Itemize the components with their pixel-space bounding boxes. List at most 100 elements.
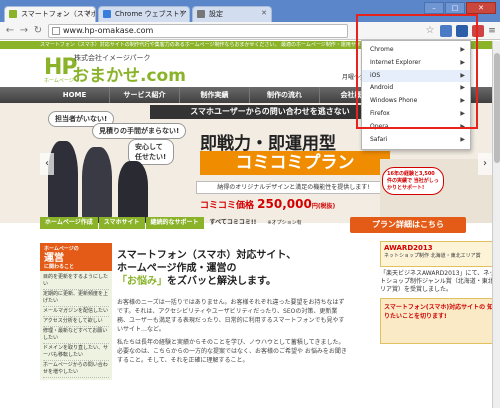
award-card[interactable]: AWARD2013 ネットショップ制作 北海道・東北エリア賞 (380, 241, 500, 267)
submenu-arrow-icon: ▶ (460, 135, 465, 143)
main-paragraph-1: お客様のニーズは一括りではありません。お客様それぞれ違った要望をお持ちなはずです… (117, 299, 345, 333)
ua-item-label: Android (370, 84, 394, 92)
settings-favicon-icon (197, 10, 205, 18)
menu-icon[interactable]: ≡ (486, 25, 498, 37)
ua-item-label: Chrome (370, 46, 394, 53)
ua-item-label: Safari (370, 135, 388, 143)
main-content: スマートフォン（スマホ）対応サイト、 ホームページ作成・運営の 「お悩み」をズバ… (117, 249, 347, 365)
extension-red-icon[interactable] (472, 25, 484, 37)
person-image (82, 147, 112, 223)
ua-item-internet-explorer[interactable]: Internet Explorer ▶ (362, 57, 470, 70)
close-tab-icon[interactable]: ✕ (85, 9, 91, 17)
minimize-button[interactable]: – (424, 2, 444, 14)
price-value: 250,000 (257, 197, 312, 211)
ua-item-windows-phone[interactable]: Windows Phone ▶ (362, 95, 470, 108)
tab-settings[interactable]: 設定 ✕ (192, 6, 272, 22)
ua-item-safari[interactable]: Safari ▶ (362, 134, 470, 147)
tab-label: Chrome ウェブストア (115, 10, 187, 18)
feature-homepage: ホームページ作成 (40, 217, 98, 229)
price-label: コミコミ価格 (200, 201, 255, 211)
bookmark-star-icon[interactable]: ☆ (424, 25, 436, 37)
price-unit: 円(税抜) (311, 203, 336, 210)
list-item[interactable]: 目的を更新をするようにしたい (43, 273, 109, 290)
ua-item-label: Opera (370, 122, 389, 130)
heading-line-2: ホームページ作成・運営の (117, 263, 237, 274)
submenu-arrow-icon: ▶ (460, 46, 465, 53)
ua-item-chrome[interactable]: Chrome ▶ (362, 44, 470, 57)
plan-detail-button[interactable]: プラン詳細はこちら (350, 217, 466, 233)
sidebar-heading-big: 運営 (44, 253, 64, 264)
ua-item-label: Windows Phone (370, 97, 418, 105)
nav-works[interactable]: 制作実績 (180, 87, 250, 103)
submenu-arrow-icon: ▶ (460, 58, 465, 66)
ua-item-label: iOS (370, 71, 381, 79)
award-text: 「楽天ビジネスAWARD2013」にて、ネットショップ制作ジャンル賞（北海道・東… (380, 270, 500, 293)
list-item[interactable]: 定期的に更新、更新頻度を上げたい (43, 290, 109, 307)
page-icon (52, 27, 60, 35)
close-window-button[interactable]: ✕ (466, 2, 496, 14)
address-bar[interactable]: www.hp-omakase.com (48, 24, 348, 38)
smartphone-info-card[interactable]: スマートフォン(スマホ)対応サイトの 知りたいことを切ります! (380, 298, 500, 344)
submenu-arrow-icon: ▶ (460, 97, 465, 105)
maximize-button[interactable]: □ (445, 2, 465, 14)
ua-item-opera[interactable]: Opera ▶ (362, 121, 470, 134)
experience-bubble: 16年の経験と3,500件の実績で 当社がしっかりとサポート! (382, 167, 444, 195)
tab-hp-omakase[interactable]: スマートフォン（スマホ） ✕ (4, 6, 96, 22)
carousel-prev-icon[interactable]: ‹ (40, 153, 54, 175)
extension-icon[interactable] (440, 25, 452, 37)
reload-icon[interactable]: ↻ (32, 25, 44, 37)
heading-line-3: をズバッと解決します。 (167, 276, 276, 287)
submenu-arrow-icon: ▶ (460, 84, 465, 92)
site-favicon-icon (9, 10, 17, 18)
hero-strip: スマホユーザーからの問い合わせを逃さない (150, 105, 390, 119)
nav-flow[interactable]: 制作の流れ (250, 87, 320, 103)
award-sub: ネットショップ制作 北海道・東北エリア賞 (384, 253, 481, 259)
nav-home[interactable]: HOME (40, 87, 110, 103)
list-item[interactable]: メールマガジンを配信したい (43, 307, 109, 317)
scrollbar-thumb[interactable] (494, 53, 500, 163)
forward-arrow-icon[interactable]: → (18, 25, 30, 37)
tab-chrome-webstore[interactable]: Chrome ウェブストア ✕ (98, 6, 190, 22)
back-arrow-icon[interactable]: ← (4, 25, 16, 37)
hero-price: コミコミ価格 250,000円(税抜) (200, 197, 335, 211)
hero-bubble-2: 見積りの手間がまらない! (92, 123, 187, 139)
award-title: AWARD2013 (384, 244, 433, 252)
ua-item-label: Firefox (370, 109, 390, 117)
nav-services[interactable]: サービス紹介 (110, 87, 180, 103)
main-heading: スマートフォン（スマホ）対応サイト、 ホームページ作成・運営の 「お悩み」をズバ… (117, 249, 347, 288)
list-item[interactable]: ホームページからの問い合わせを増やしたい (43, 361, 109, 378)
feature-all-included: すべてコミコミ!! (209, 219, 257, 226)
feature-option-note: ※オプション有 (267, 220, 302, 226)
ua-item-label: Internet Explorer (370, 58, 421, 66)
ua-item-android[interactable]: Android ▶ (362, 82, 470, 95)
submenu-arrow-icon: ▶ (460, 71, 465, 79)
submenu-arrow-icon: ▶ (460, 109, 465, 117)
ua-item-firefox[interactable]: Firefox ▶ (362, 108, 470, 121)
hero-plan-name: コミコミプラン (200, 151, 390, 175)
window-controls: – □ ✕ (424, 2, 496, 14)
main-paragraph-2: 私たちは長年の経験と実績からそのことを学び、ノウハウとして蓄積してきました。必要… (117, 339, 347, 364)
feature-smartphone: スマホサイト (98, 217, 145, 229)
url-text: www.hp-omakase.com (63, 26, 154, 35)
close-tab-icon[interactable]: ✕ (179, 9, 185, 17)
ua-item-ios[interactable]: iOS ▶ (362, 69, 470, 83)
logo-small: ホームページ (44, 78, 74, 84)
close-tab-icon[interactable]: ✕ (261, 9, 267, 17)
feature-support: 継続的なサポート (145, 217, 204, 229)
sidebar-list: 目的を更新をするようにしたい 定期的に更新、更新頻度を上げたい メールマガジンを… (40, 271, 112, 380)
user-agent-switcher-icon[interactable] (456, 25, 468, 37)
sidebar-operation: ホームページの 運営 に関わること 目的を更新をするようにしたい 定期的に更新、… (40, 243, 112, 380)
webstore-favicon-icon (103, 10, 111, 18)
heading-line-1: スマートフォン（スマホ）対応サイト、 (117, 250, 297, 261)
heading-worry: 「お悩み」 (117, 276, 167, 287)
list-item[interactable]: アクセス分析をして欲しい (43, 317, 109, 327)
submenu-arrow-icon: ▶ (460, 122, 465, 130)
hero-description: 納得のオリジナルデザインと満足の機能性を提供します! (196, 181, 391, 194)
list-item[interactable]: ドメインを取り直したい、サーバも移転したい (43, 344, 109, 361)
logo-name[interactable]: おまかせ.com (72, 61, 186, 86)
list-item[interactable]: 修理・最新などすべてお願いしたい (43, 327, 109, 344)
vertical-scrollbar[interactable] (492, 41, 500, 408)
browser-toolbar: ← → ↻ www.hp-omakase.com ☆ ≡ (0, 22, 500, 40)
carousel-next-icon[interactable]: › (478, 153, 492, 175)
person-image (118, 161, 148, 223)
